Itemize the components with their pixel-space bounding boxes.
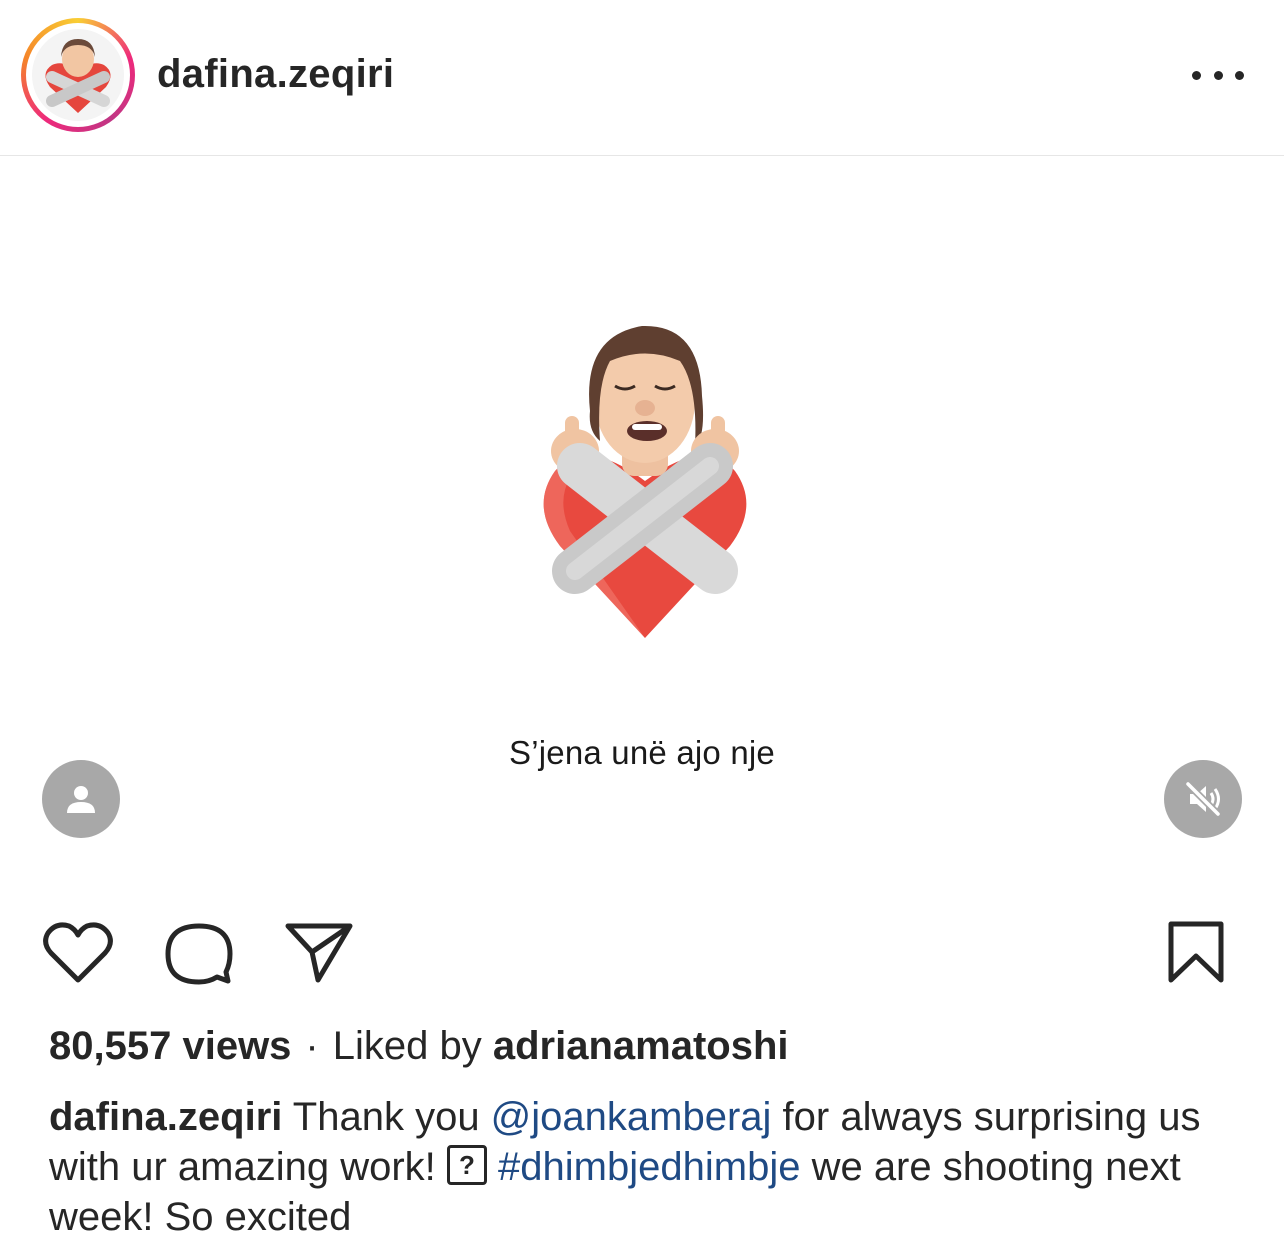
post-caption: dafina.zeqiri Thank you @joankamberaj fo… xyxy=(49,1092,1249,1242)
action-bar xyxy=(0,900,1284,1000)
caption-hashtag[interactable]: #dhimbjedhimbje xyxy=(498,1145,800,1189)
profile-avatar[interactable] xyxy=(21,18,135,132)
user-tag-icon[interactable] xyxy=(42,760,120,838)
caption-mention[interactable]: @joankamberaj xyxy=(491,1095,772,1139)
unknown-emoji-icon: ? xyxy=(446,1145,487,1186)
share-icon[interactable] xyxy=(284,920,354,986)
memoji-image xyxy=(543,325,747,638)
separator-dot: · xyxy=(305,1024,319,1068)
liked-by-label: Liked by xyxy=(332,1024,482,1068)
liked-by-user[interactable]: adrianamatoshi xyxy=(493,1024,789,1068)
heart-icon[interactable] xyxy=(42,920,114,986)
post-media[interactable]: S’jena unë ajo nje xyxy=(0,156,1284,876)
avatar-border xyxy=(26,23,130,127)
post-username[interactable]: dafina.zeqiri xyxy=(157,52,394,97)
avatar-memoji-image xyxy=(32,29,124,121)
sound-off-icon[interactable] xyxy=(1164,760,1242,838)
comment-icon[interactable] xyxy=(164,920,234,986)
post-header: dafina.zeqiri xyxy=(0,0,1284,156)
caption-username[interactable]: dafina.zeqiri xyxy=(49,1095,282,1139)
view-count[interactable]: 80,557 views xyxy=(49,1024,291,1068)
more-options-icon[interactable] xyxy=(1192,60,1244,90)
bookmark-icon[interactable] xyxy=(1166,920,1226,986)
post-stats: 80,557 views · Liked by adrianamatoshi xyxy=(49,1024,789,1069)
caption-text-1: Thank you xyxy=(282,1095,491,1139)
media-caption: S’jena unë ajo nje xyxy=(509,734,775,771)
